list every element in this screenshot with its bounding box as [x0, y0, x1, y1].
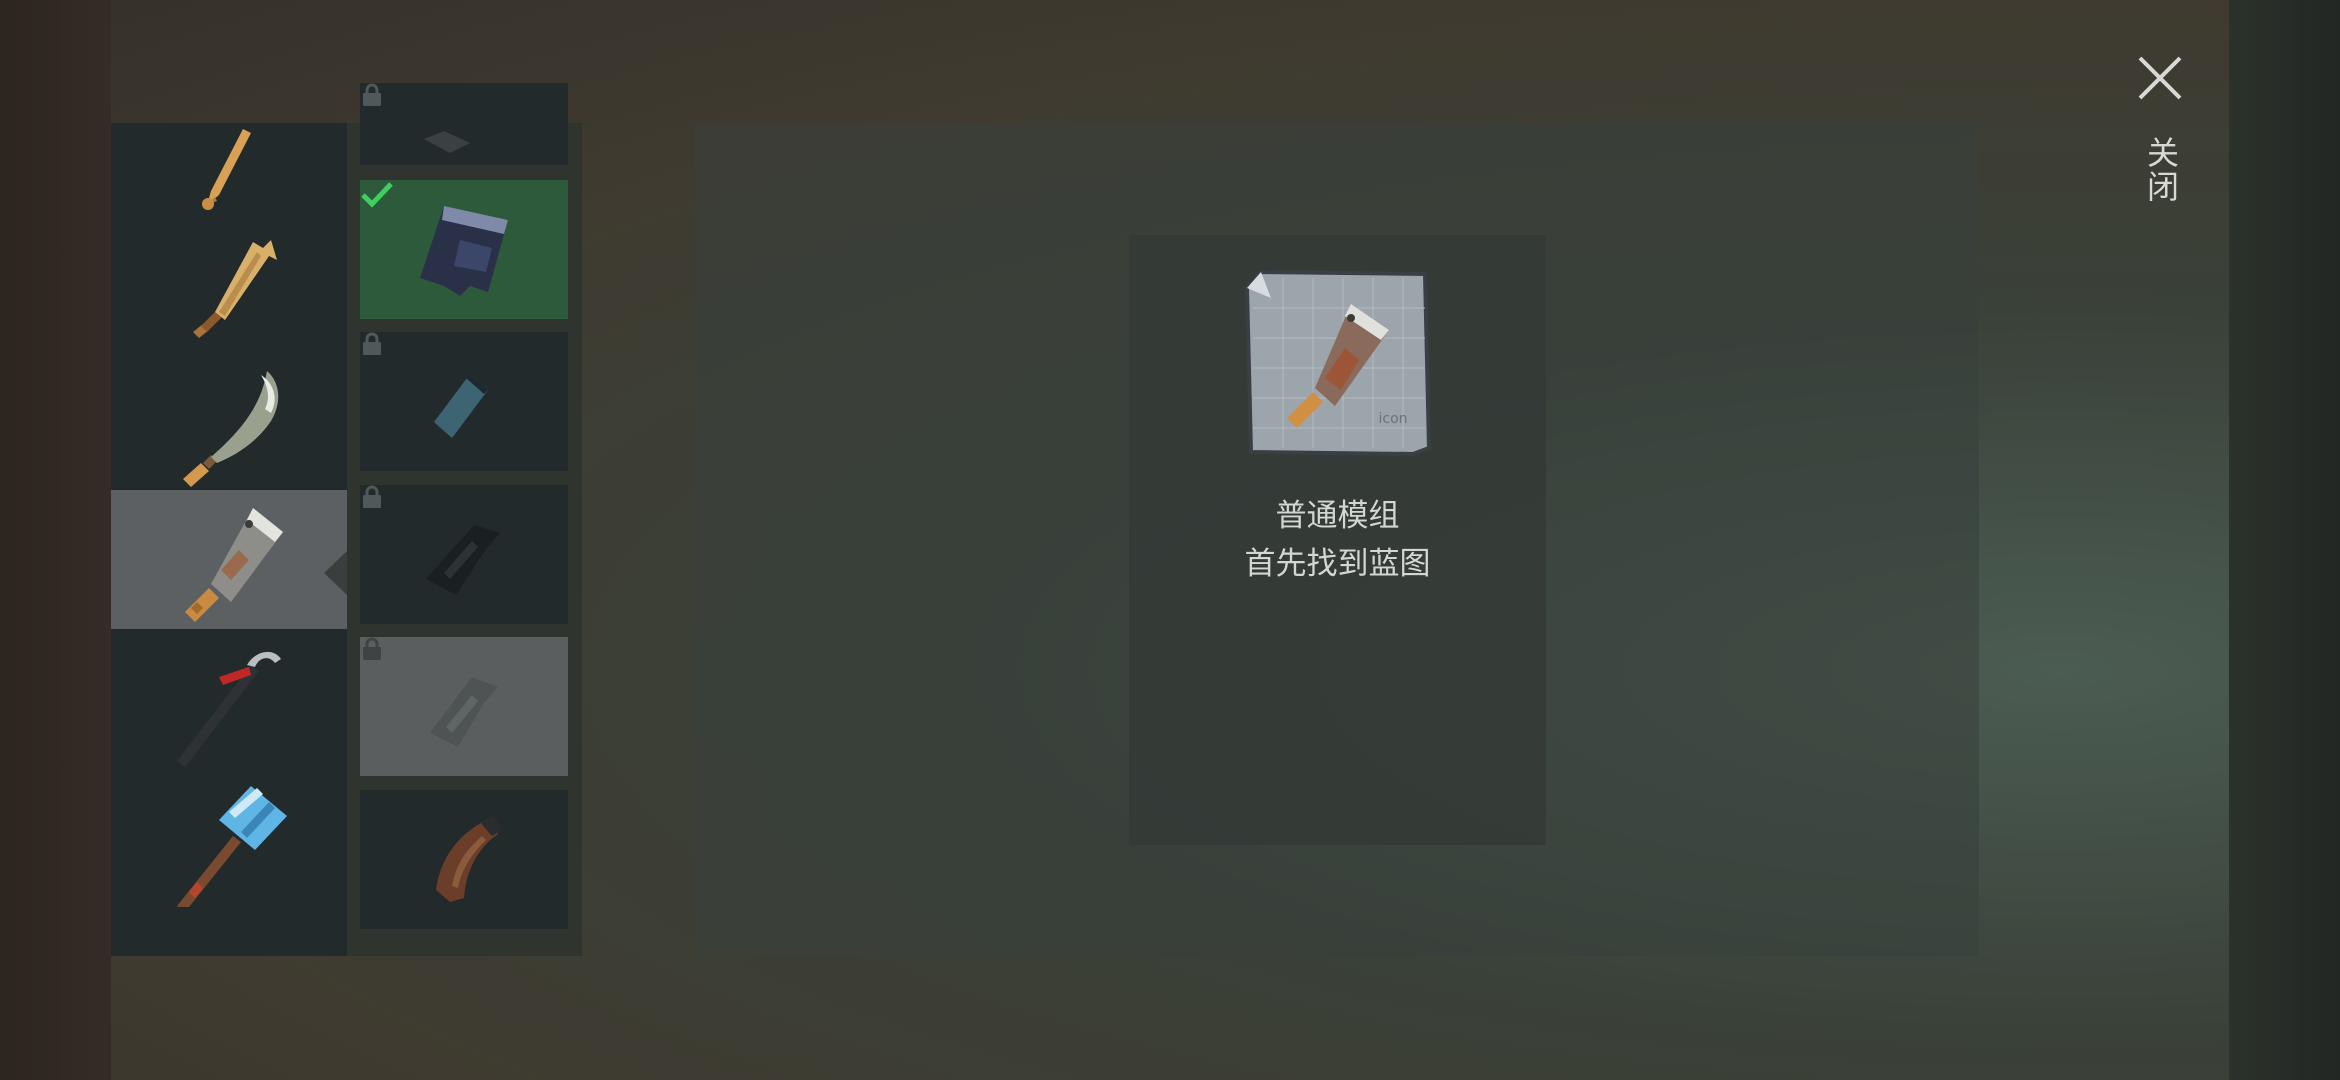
wooden-handle-mod-icon [436, 816, 502, 902]
lock-icon [363, 637, 381, 660]
wooden-paddle-icon [193, 240, 277, 338]
close-label: 关闭 [2142, 136, 2180, 204]
selection-pointer [324, 550, 348, 596]
black-grip-mod-icon [426, 525, 500, 595]
weapon-list[interactable] [111, 123, 347, 956]
mod-rarity-title: 普通模组 [1275, 498, 1400, 534]
mod-slot-6[interactable] [360, 790, 568, 929]
bat-icon [202, 129, 251, 210]
lock-icon [363, 485, 381, 508]
machete-icon [183, 371, 279, 487]
close-icon [2138, 56, 2182, 100]
sledgehammer-icon [177, 786, 287, 907]
weapon-item-wooden-paddle[interactable] [111, 212, 347, 351]
mod-slot-2[interactable] [360, 180, 568, 319]
grey-grip-mod-icon [430, 677, 498, 747]
left-backdrop-edge [0, 0, 111, 1080]
cleaver-icon [185, 508, 283, 622]
check-icon [361, 182, 393, 208]
weapon-item-bat[interactable] [111, 123, 347, 212]
mod-slot-5[interactable] [360, 637, 568, 776]
mod-slot-4[interactable] [360, 485, 568, 624]
mod-slot-list [347, 83, 582, 956]
close-button[interactable]: 关闭 [2130, 50, 2190, 220]
right-backdrop-edge [2229, 0, 2340, 1080]
weapon-item-sledgehammer[interactable] [111, 768, 347, 907]
tape-wrap-mod-icon [434, 374, 488, 438]
cleaver-blueprint-icon: icon [1244, 269, 1432, 457]
mod-part-icon [424, 131, 470, 153]
lock-icon [363, 83, 381, 106]
weapon-item-crowbar[interactable] [111, 629, 347, 768]
weapon-item-cleaver[interactable] [111, 490, 347, 629]
lock-icon [363, 332, 381, 355]
mod-slot-1[interactable] [360, 83, 568, 165]
blueprint-stamp: icon [1378, 411, 1407, 427]
crowbar-icon [177, 651, 281, 767]
mod-unlock-hint: 首先找到蓝图 [1244, 546, 1431, 582]
weapon-item-machete[interactable] [111, 351, 347, 490]
mod-slot-3[interactable] [360, 332, 568, 471]
